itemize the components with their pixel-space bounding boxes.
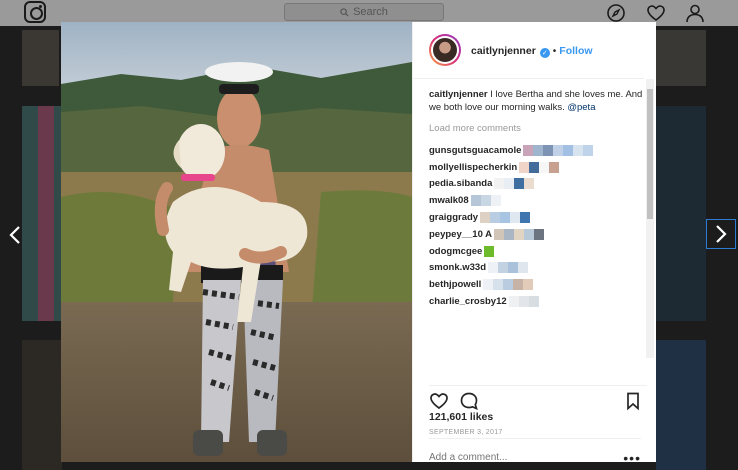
- comment-username[interactable]: charlie_crosby12: [429, 295, 507, 308]
- comment-bubble-icon[interactable]: [459, 391, 479, 411]
- comment-row: mollyellispecherkin: [429, 159, 647, 176]
- load-more-comments-link[interactable]: Load more comments: [429, 122, 647, 135]
- comment-row: peypey__10 A: [429, 226, 647, 243]
- redacted-comment-text: [480, 211, 531, 224]
- comment-row: bethjpowell: [429, 276, 647, 293]
- search-box[interactable]: Search: [284, 3, 444, 21]
- search-placeholder: Search: [353, 6, 388, 18]
- redacted-comment-text: [484, 245, 495, 258]
- verified-badge-icon: ✓: [539, 48, 550, 58]
- add-comment-bar: •••: [429, 438, 641, 470]
- comment-row: graiggrady: [429, 209, 647, 226]
- search-icon: [340, 7, 349, 17]
- post-actions: [429, 385, 647, 411]
- comment-username[interactable]: mollyellispecherkin: [429, 161, 517, 174]
- post-date: SEPTEMBER 3, 2017: [429, 429, 503, 436]
- comment-username[interactable]: graiggrady: [429, 211, 478, 224]
- comment-username[interactable]: gunsgutsguacamole: [429, 144, 521, 157]
- redacted-comment-text: [483, 278, 534, 291]
- post-photo[interactable]: [61, 22, 412, 462]
- background-tile: [22, 30, 59, 86]
- post-image: [61, 22, 412, 462]
- comment-username[interactable]: mwalk08: [429, 194, 469, 207]
- compass-icon[interactable]: [606, 3, 626, 23]
- caption-mention[interactable]: @peta: [567, 102, 595, 113]
- redacted-comment-text: [523, 144, 594, 157]
- like-heart-icon[interactable]: [429, 391, 449, 411]
- redacted-comment-text: [488, 261, 529, 274]
- background-tile: [656, 30, 706, 86]
- comments-scrollbar[interactable]: [646, 79, 654, 358]
- caption-username[interactable]: caitlynjenner: [429, 89, 488, 100]
- previous-post-button[interactable]: [0, 220, 30, 250]
- comment-row: smonk.w33d: [429, 260, 647, 277]
- redacted-comment-text: [519, 161, 560, 174]
- follow-button[interactable]: Follow: [559, 45, 592, 57]
- comment-username[interactable]: pedia.sibanda: [429, 177, 492, 190]
- comment-username[interactable]: peypey__10 A: [429, 228, 492, 241]
- comment-username[interactable]: odogmcgee: [429, 245, 482, 258]
- post-header: caitlynjenner ✓ • Follow: [413, 22, 644, 79]
- post-username[interactable]: caitlynjenner: [471, 45, 536, 57]
- post-details-panel: caitlynjenner ✓ • Follow caitlynjenner I lo…: [412, 22, 656, 466]
- post-caption: caitlynjenner I love Bertha and she love…: [429, 88, 647, 114]
- user-icon[interactable]: [685, 3, 705, 23]
- redacted-comment-text: [470, 194, 501, 207]
- scrollbar-thumb[interactable]: [647, 89, 653, 219]
- comment-username[interactable]: smonk.w33d: [429, 261, 486, 274]
- redacted-comment-text: [494, 228, 545, 241]
- redacted-comment-text: [494, 177, 535, 190]
- bookmark-icon[interactable]: [623, 391, 643, 411]
- comment-row: mwalk08: [429, 192, 647, 209]
- instagram-icon[interactable]: [24, 1, 46, 23]
- heart-icon[interactable]: [646, 3, 666, 23]
- background-tile: [22, 340, 62, 470]
- avatar[interactable]: [429, 34, 461, 66]
- chevron-right-icon: [716, 225, 727, 243]
- chevron-left-icon: [9, 226, 20, 244]
- background-tile: [22, 106, 62, 321]
- comment-row: gunsgutsguacamole: [429, 142, 647, 159]
- comments-list: caitlynjenner I love Bertha and she love…: [429, 88, 647, 374]
- comment-username[interactable]: bethjpowell: [429, 278, 481, 291]
- more-options-button[interactable]: •••: [623, 450, 641, 466]
- background-tile: [656, 106, 706, 321]
- post-modal: caitlynjenner ✓ • Follow caitlynjenner I lo…: [61, 22, 656, 466]
- comment-row: odogmcgee: [429, 243, 647, 260]
- likes-count[interactable]: 121,601 likes: [429, 411, 493, 423]
- redacted-comment-text: [508, 295, 539, 308]
- separator-dot: •: [552, 46, 557, 57]
- comment-row: charlie_crosby12: [429, 293, 647, 310]
- comment-row: pedia.sibanda: [429, 176, 647, 193]
- background-tile: [656, 340, 706, 470]
- next-post-button[interactable]: [706, 219, 736, 249]
- add-comment-input[interactable]: [429, 452, 599, 463]
